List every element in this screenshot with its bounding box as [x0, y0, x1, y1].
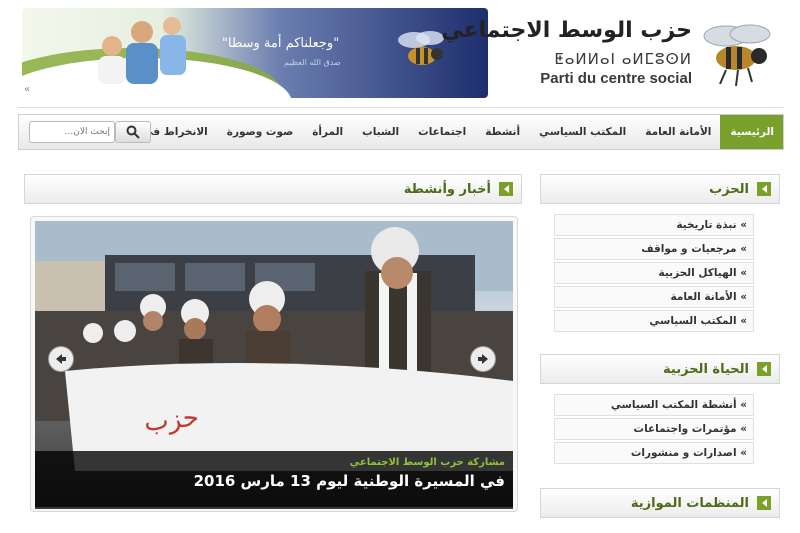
nav-general-secretariat[interactable]: الأمانة العامة — [635, 115, 720, 149]
section-marker-icon — [757, 362, 771, 376]
sidebar-section-organizations-header: المنظمات الموازية — [540, 488, 780, 518]
sidebar-section-title: الحياة الحزبية — [663, 361, 749, 377]
search-input[interactable] — [29, 121, 115, 143]
nav-media[interactable]: صوت وصورة — [217, 115, 302, 149]
slide-caption-title[interactable]: في المسيرة الوطنية ليوم 13 مارس 2016 — [43, 472, 505, 490]
nav-activities[interactable]: أنشطة — [475, 115, 529, 149]
nav-youth[interactable]: الشباب — [352, 115, 408, 149]
slider-prev-button[interactable] — [48, 346, 74, 372]
sidebar-item-secretariat[interactable]: » الأمانة العامة — [554, 286, 754, 308]
logo-tifinagh: ⵟⴰⵍⵍⴰⵏ ⴰⵍⵎⵓⵙⵍ — [554, 50, 692, 68]
sidebar-list-party-life: » أنشطة المكتب السياسي » مؤتمرات واجتماع… — [554, 394, 754, 466]
nav-home[interactable]: الرئيسية — [720, 115, 783, 149]
main-nav: الرئيسية الأمانة العامة المكتب السياسي أ… — [18, 114, 784, 150]
sidebar-item-references[interactable]: » مرجعيات و مواقف — [554, 238, 754, 260]
sidebar-list-party: » نبذة تاريخية » مرجعيات و مواقف » الهيا… — [554, 214, 754, 334]
sidebar-section-title: المنظمات الموازية — [630, 495, 749, 511]
slide-caption-small: مشاركة حزب الوسط الاجتماعي — [349, 457, 505, 468]
slider-next-button[interactable] — [470, 346, 496, 372]
nav-meetings[interactable]: اجتماعات — [408, 115, 475, 149]
section-marker-icon — [757, 496, 771, 510]
news-slider[interactable]: حزب مشاركة حزب الوسط الاجتماعي في المسير… — [30, 216, 518, 512]
search-button[interactable] — [115, 121, 151, 143]
sidebar-section-party-header: الحزب — [540, 174, 780, 204]
nav-political-bureau[interactable]: المكتب السياسي — [529, 115, 635, 149]
sidebar-item-structures[interactable]: » الهياكل الحزبية — [554, 262, 754, 284]
news-section-header: أخبار وأنشطة — [24, 174, 522, 204]
slide-caption[interactable]: مشاركة حزب الوسط الاجتماعي في المسيرة ال… — [35, 451, 513, 507]
bee-logo-icon — [703, 24, 771, 87]
svg-text:حزب: حزب — [143, 402, 201, 438]
sidebar-section-party-life-header: الحياة الحزبية — [540, 354, 780, 384]
family-photo-icon — [98, 17, 186, 84]
arrow-left-icon — [56, 354, 66, 364]
banner-quote: "وجعلناكم أمة وسطا" — [222, 36, 340, 51]
news-section-title: أخبار وأنشطة — [403, 181, 491, 197]
site-logo[interactable]: حزب الوسط الاجتماعي ⵟⴰⵍⵍⴰⵏ ⴰⵍⵎⵓⵙⵍ Parti … — [441, 8, 784, 98]
section-marker-icon — [757, 182, 771, 196]
site-header: "وجعلناكم أمة وسطا" صدق الله العظيم « حز… — [18, 0, 784, 108]
banner-chevron[interactable]: « — [24, 84, 30, 95]
sidebar-item-bureau-activities[interactable]: » أنشطة المكتب السياسي — [554, 394, 754, 416]
nav-women[interactable]: المرأة — [302, 115, 352, 149]
sidebar-section-title: الحزب — [709, 181, 749, 197]
banner-quote-source: صدق الله العظيم — [284, 58, 341, 67]
logo-arabic: حزب الوسط الاجتماعي — [441, 18, 692, 43]
sidebar-item-history[interactable]: » نبذة تاريخية — [554, 214, 754, 236]
arrow-right-icon — [478, 354, 488, 364]
header-banner[interactable]: "وجعلناكم أمة وسطا" صدق الله العظيم « — [22, 8, 488, 98]
sidebar-item-publications[interactable]: » اصدارات و منشورات — [554, 442, 754, 464]
sidebar-item-political-bureau[interactable]: » المكتب السياسي — [554, 310, 754, 332]
search-icon — [126, 125, 140, 139]
sidebar-item-conferences[interactable]: » مؤتمرات واجتماعات — [554, 418, 754, 440]
search-area — [23, 121, 151, 143]
logo-french: Parti du centre social — [540, 70, 692, 87]
section-marker-icon — [499, 182, 513, 196]
